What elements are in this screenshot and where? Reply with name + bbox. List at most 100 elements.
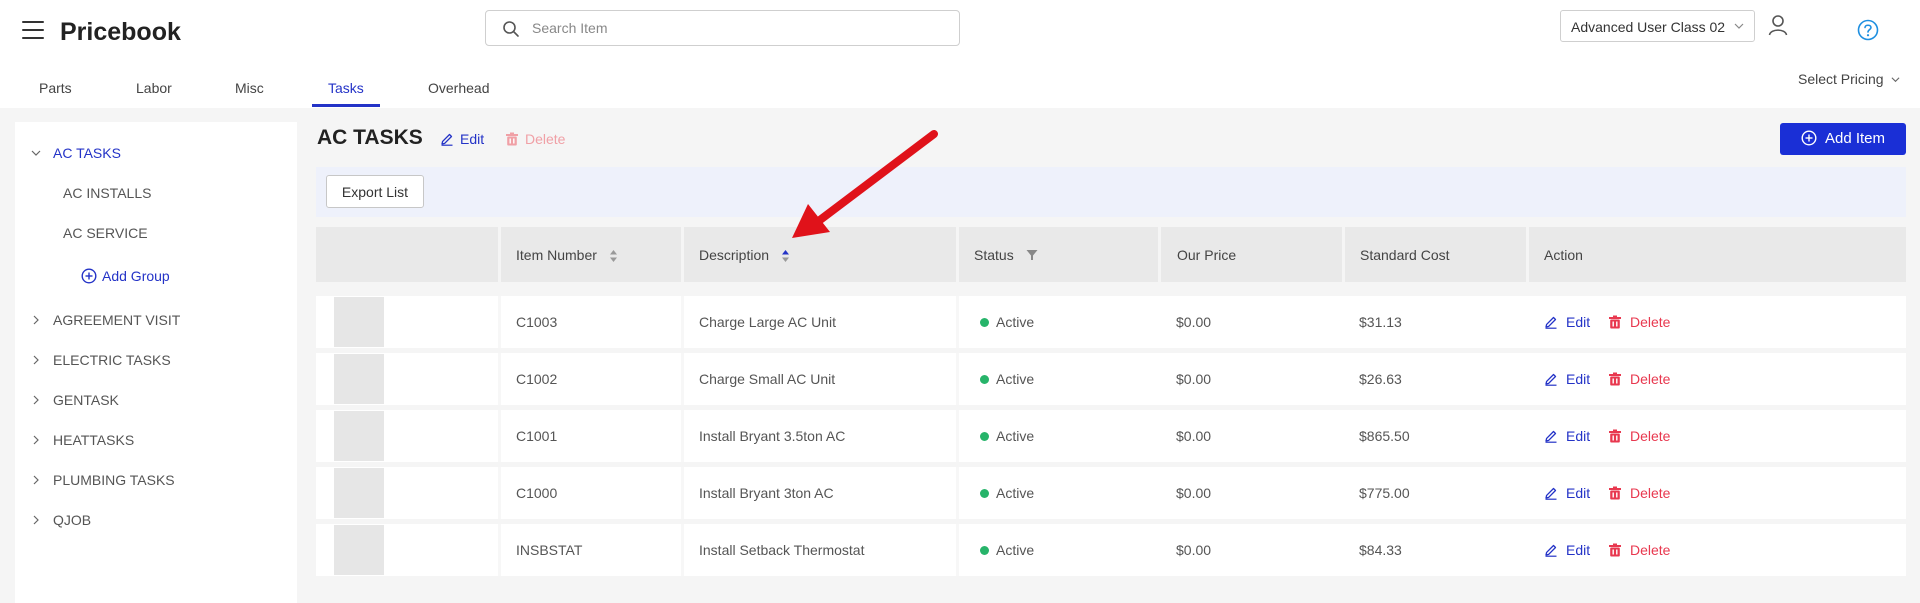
tab-parts[interactable]: Parts [39,80,72,96]
sort-icon[interactable] [609,249,618,263]
help-icon[interactable] [1857,19,1879,41]
sort-icon[interactable] [781,249,790,263]
item-number-cell: C1000 [516,485,558,501]
status-label: Active [996,428,1035,444]
standard-cost-cell: $26.63 [1359,371,1402,387]
table-row[interactable]: C1002 Charge Small AC Unit Active $0.00 … [316,353,1906,405]
chevron-right-icon[interactable] [31,515,41,525]
row-edit-button[interactable]: Edit [1544,371,1590,387]
column-header-item-number[interactable]: Item Number [516,247,618,263]
add-item-button[interactable]: Add Item [1780,123,1906,155]
trash-icon [1609,315,1621,329]
add-item-label: Add Item [1824,130,1886,147]
sidebar-item-qjob[interactable]: QJOB [53,512,91,528]
row-edit-button[interactable]: Edit [1544,314,1590,330]
row-delete-button[interactable]: Delete [1608,542,1670,558]
edit-group-button[interactable]: Edit [440,131,484,147]
standard-cost-cell: $84.33 [1359,542,1402,558]
item-number-cell: C1003 [516,314,558,330]
trash-icon [1609,543,1621,557]
column-divider [498,524,501,576]
status-label: Active [996,542,1035,558]
delete-group-button[interactable]: Delete [505,131,565,147]
trash-icon [1609,429,1621,443]
column-divider [956,353,959,405]
row-delete-button[interactable]: Delete [1608,371,1670,387]
row-delete-button[interactable]: Delete [1608,314,1670,330]
app-header: Pricebook Advanced User Class 02 Parts L… [0,0,1920,108]
item-number-cell: INSBSTAT [516,542,583,558]
user-icon[interactable] [1768,14,1788,36]
row-edit-button[interactable]: Edit [1544,542,1590,558]
chevron-right-icon[interactable] [31,315,41,325]
status-label: Active [996,371,1035,387]
chevron-right-icon[interactable] [31,395,41,405]
plus-circle-icon [1801,130,1817,146]
add-group-button[interactable]: Add Group [81,268,170,284]
sidebar-item-heattasks[interactable]: HEATTASKS [53,432,134,448]
chevron-right-icon[interactable] [31,475,41,485]
item-number-cell: C1001 [516,428,558,444]
description-cell: Install Bryant 3ton AC [699,485,834,501]
edit-label: Edit [1566,542,1591,558]
trash-icon [1609,486,1621,500]
our-price-cell: $0.00 [1176,371,1212,387]
search-input[interactable] [532,17,942,39]
menu-icon[interactable] [22,21,44,39]
chevron-right-icon[interactable] [31,435,41,445]
delete-label: Delete [1630,542,1671,558]
status-dot [980,432,989,441]
status-cell: Active [980,485,1034,501]
tab-overhead[interactable]: Overhead [428,80,489,96]
tab-misc[interactable]: Misc [235,80,264,96]
export-list-button[interactable]: Export List [326,175,424,208]
user-class-value: Advanced User Class 02 [1571,19,1726,35]
sidebar-item-gentask[interactable]: GENTASK [53,392,119,408]
our-price-cell: $0.00 [1176,542,1212,558]
table-row[interactable]: C1001 Install Bryant 3.5ton AC Active $0… [316,410,1906,462]
column-divider [498,410,501,462]
column-divider [956,524,959,576]
column-header-status[interactable]: Status [974,247,1038,263]
sidebar-subitem-ac-service[interactable]: AC SERVICE [63,225,148,241]
sidebar-subitem-ac-installs[interactable]: AC INSTALLS [63,185,151,201]
column-divider [681,353,684,405]
table-row[interactable]: C1000 Install Bryant 3ton AC Active $0.0… [316,467,1906,519]
row-delete-button[interactable]: Delete [1608,485,1670,501]
row-edit-button[interactable]: Edit [1544,428,1590,444]
standard-cost-cell: $31.13 [1359,314,1402,330]
chevron-down-icon[interactable] [31,148,41,158]
select-pricing-dropdown[interactable]: Select Pricing [1798,71,1900,87]
status-cell: Active [980,314,1034,330]
chevron-down-icon [1892,77,1900,83]
search-box[interactable] [485,10,960,46]
column-header-description[interactable]: Description [699,247,790,263]
item-thumbnail [334,468,384,518]
sidebar-item-agreement-visit[interactable]: AGREEMENT VISIT [53,312,180,328]
item-thumbnail [334,411,384,461]
column-divider [956,410,959,462]
status-label: Active [996,485,1035,501]
status-cell: Active [980,428,1034,444]
table-row[interactable]: C1003 Charge Large AC Unit Active $0.00 … [316,296,1906,348]
delete-label: Delete [1630,314,1671,330]
column-header-standard-cost: Standard Cost [1360,247,1450,263]
row-edit-button[interactable]: Edit [1544,485,1590,501]
chevron-right-icon[interactable] [31,355,41,365]
table-row[interactable]: INSBSTAT Install Setback Thermostat Acti… [316,524,1906,576]
sidebar-item-electric-tasks[interactable]: ELECTRIC TASKS [53,352,171,368]
column-divider [498,467,501,519]
delete-label: Delete [1630,485,1671,501]
tab-labor[interactable]: Labor [136,80,172,96]
sidebar-item-ac-tasks[interactable]: AC TASKS [53,145,121,161]
page-title: AC TASKS [317,126,423,149]
row-delete-button[interactable]: Delete [1608,428,1670,444]
filter-icon[interactable] [1026,249,1038,261]
tab-tasks[interactable]: Tasks [328,80,364,96]
user-class-select[interactable]: Advanced User Class 02 [1560,10,1755,42]
delete-label: Delete [525,131,566,147]
sidebar-item-plumbing-tasks[interactable]: PLUMBING TASKS [53,472,175,488]
status-dot [980,375,989,384]
column-header-our-price: Our Price [1177,247,1237,263]
column-label: Item Number [516,247,597,263]
